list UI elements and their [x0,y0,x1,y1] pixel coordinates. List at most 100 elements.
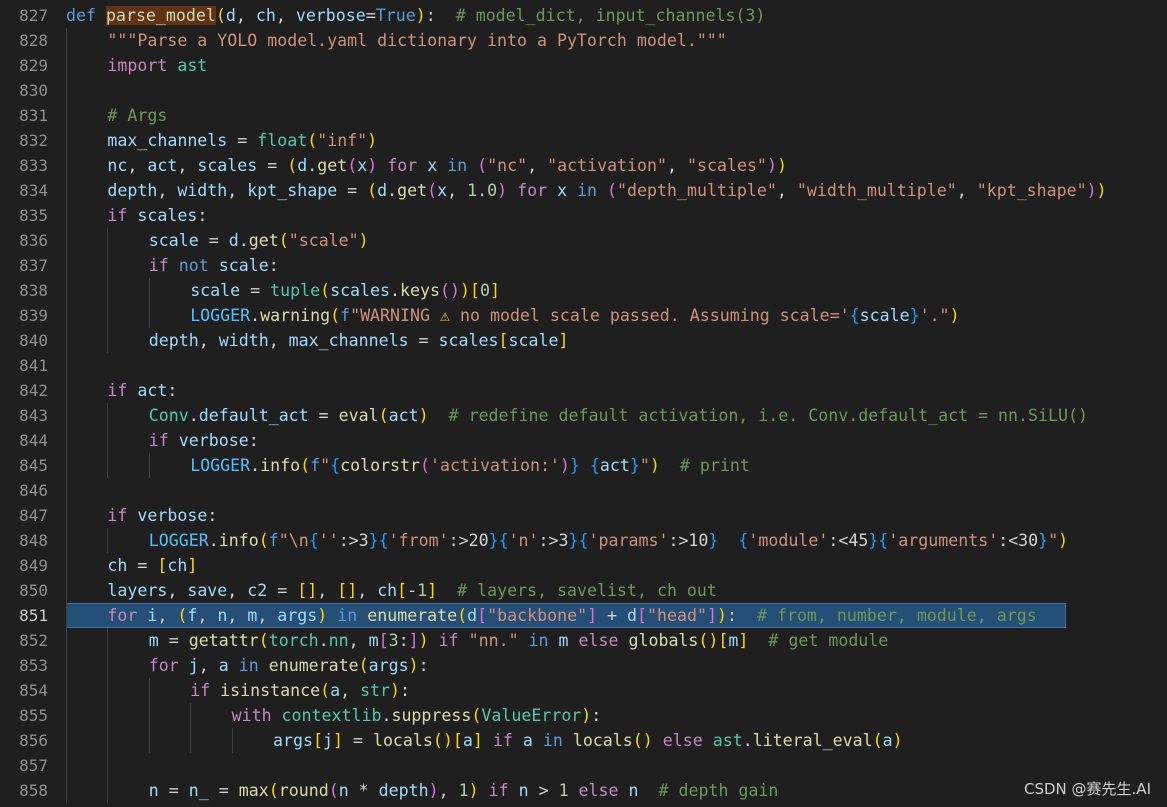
code-line[interactable]: 833 nc, act, scales = (d.get(x) for x in … [0,153,1167,178]
code-token: args [273,731,313,750]
code-line[interactable]: 827 def parse_model(d, ch, verbose=True):… [0,3,1167,28]
code-line[interactable]: 835 if scales: [0,203,1167,228]
code-token: [ [637,606,648,625]
code-line[interactable]: 855 with contextlib.suppress(ValueError): [0,703,1167,728]
code-line[interactable]: 847 if verbose: [0,503,1167,528]
code-token: scales [330,281,391,300]
line-number: 856 [19,731,48,750]
code-token: torch [268,631,319,650]
code-line[interactable]: 830 [0,78,1167,103]
code-line[interactable]: 836 scale = d.get("scale") [0,228,1167,253]
indent-guide [148,678,150,703]
code-text: scale = d.get("scale") [149,228,369,253]
code-token: for [507,181,558,200]
indent-guide [66,203,67,228]
code-token: for [107,606,148,625]
code-token: else [568,631,629,650]
code-token: str [360,681,391,700]
code-token: , [127,156,148,175]
code-token: "head" [647,606,707,625]
code-token: . [390,281,401,300]
code-token: keys [400,281,440,300]
code-token: "backbone" [487,606,588,625]
line-number: 840 [19,331,48,350]
code-line[interactable]: 846 [0,478,1167,503]
code-token: d [627,606,638,625]
code-line[interactable]: 838 scale = tuple(scales.keys())[0] [0,278,1167,303]
code-token: " [639,456,650,475]
code-token: * [348,781,379,800]
code-line[interactable]: 831 # Args [0,103,1167,128]
code-token: ) [408,656,419,675]
code-token: d [377,181,388,200]
code-token: with [231,706,282,725]
code-line[interactable]: 849 ch = [ch] [0,553,1167,578]
code-line[interactable]: 850 layers, save, c2 = [], [], ch[-1] # l… [0,578,1167,603]
code-line[interactable]: 828 """Parse a YOLO model.yaml dictionary… [0,28,1167,53]
code-token: , [227,606,248,625]
code-token: depth [378,781,429,800]
code-token: d [297,156,308,175]
code-line[interactable]: 857 [0,753,1167,778]
code-token: n [628,781,639,800]
code-token: : [207,506,218,525]
line-number: 843 [19,406,48,425]
code-editor[interactable]: 827 def parse_model(d, ch, verbose=True):… [0,0,1167,807]
code-line[interactable]: 842 if act: [0,378,1167,403]
code-line[interactable]: 837 if not scale: [0,253,1167,278]
code-line[interactable]: 840 depth, width, max_channels = scales[s… [0,328,1167,353]
code-line[interactable]: 851 for i, (f, n, m, args) in enumerate(d… [0,603,1167,628]
indent-guide [148,453,150,478]
code-line[interactable]: 856 args[j] = locals()[a] if a in locals(… [0,728,1167,753]
code-line[interactable]: 853 for j, a in enumerate(args): [0,653,1167,678]
code-line[interactable]: 845 LOGGER.info(f"{colorstr('activation:'… [0,453,1167,478]
code-token: :>3 [338,531,369,550]
code-line[interactable]: 852 m = getattr(torch.nn, m[3:]) if "nn."… [0,628,1167,653]
code-token: = [267,581,298,600]
indent-guide [190,728,192,753]
code-token: ( [477,156,488,175]
code-line[interactable]: 858 n = n_ = max(round(n * depth), 1) if … [0,778,1167,803]
code-line[interactable]: 839 LOGGER.warning(f"WARNING ⚠ no model s… [0,303,1167,328]
code-line[interactable]: 848 LOGGER.info(f"\n{'':>3}{'from':>20}{'… [0,528,1167,553]
code-line[interactable]: 834 depth, width, kpt_shape = (d.get(x, 1… [0,178,1167,203]
indent-guide [66,728,67,753]
indent-guide [66,553,67,578]
code-token: , [340,681,361,700]
code-token: depth [107,181,158,200]
code-token: tuple [270,281,321,300]
watermark: CSDN @赛先生.AI [1024,780,1151,798]
indent-guide [66,353,67,378]
code-token: # print [679,456,750,475]
code-token: ( [358,656,369,675]
code-token: [] [297,581,318,600]
code-token: ] [408,631,419,650]
indent-guide [190,703,192,728]
code-token: , [447,181,468,200]
line-number: 828 [19,31,48,50]
line-number: 844 [19,431,48,450]
code-line[interactable]: 832 max_channels = float("inf") [0,128,1167,153]
code-line[interactable]: 829 import ast [0,53,1167,78]
code-token: 'n' [508,531,539,550]
code-token: if [190,681,221,700]
code-token: """Parse a YOLO model.yaml dictionary in… [107,31,727,50]
code-token: suppress [391,706,472,725]
code-text: import ast [107,53,207,78]
code-line[interactable]: 854 if isinstance(a, str): [0,678,1167,703]
indent-guide [66,253,67,278]
code-token: verbose [137,506,208,525]
code-token: import [107,56,178,75]
code-token: '." [919,306,950,325]
code-token: , [667,156,687,175]
code-token: ) [358,231,369,250]
line-number: 852 [19,631,48,650]
code-line[interactable]: 844 if verbose: [0,428,1167,453]
indent-guide [107,628,109,653]
code-token: [ [157,556,168,575]
code-token: scale [190,281,241,300]
code-token: ) [1058,531,1069,550]
code-line[interactable]: 843 Conv.default_act = eval(act) # redefi… [0,403,1167,428]
code-line[interactable]: 841 [0,353,1167,378]
